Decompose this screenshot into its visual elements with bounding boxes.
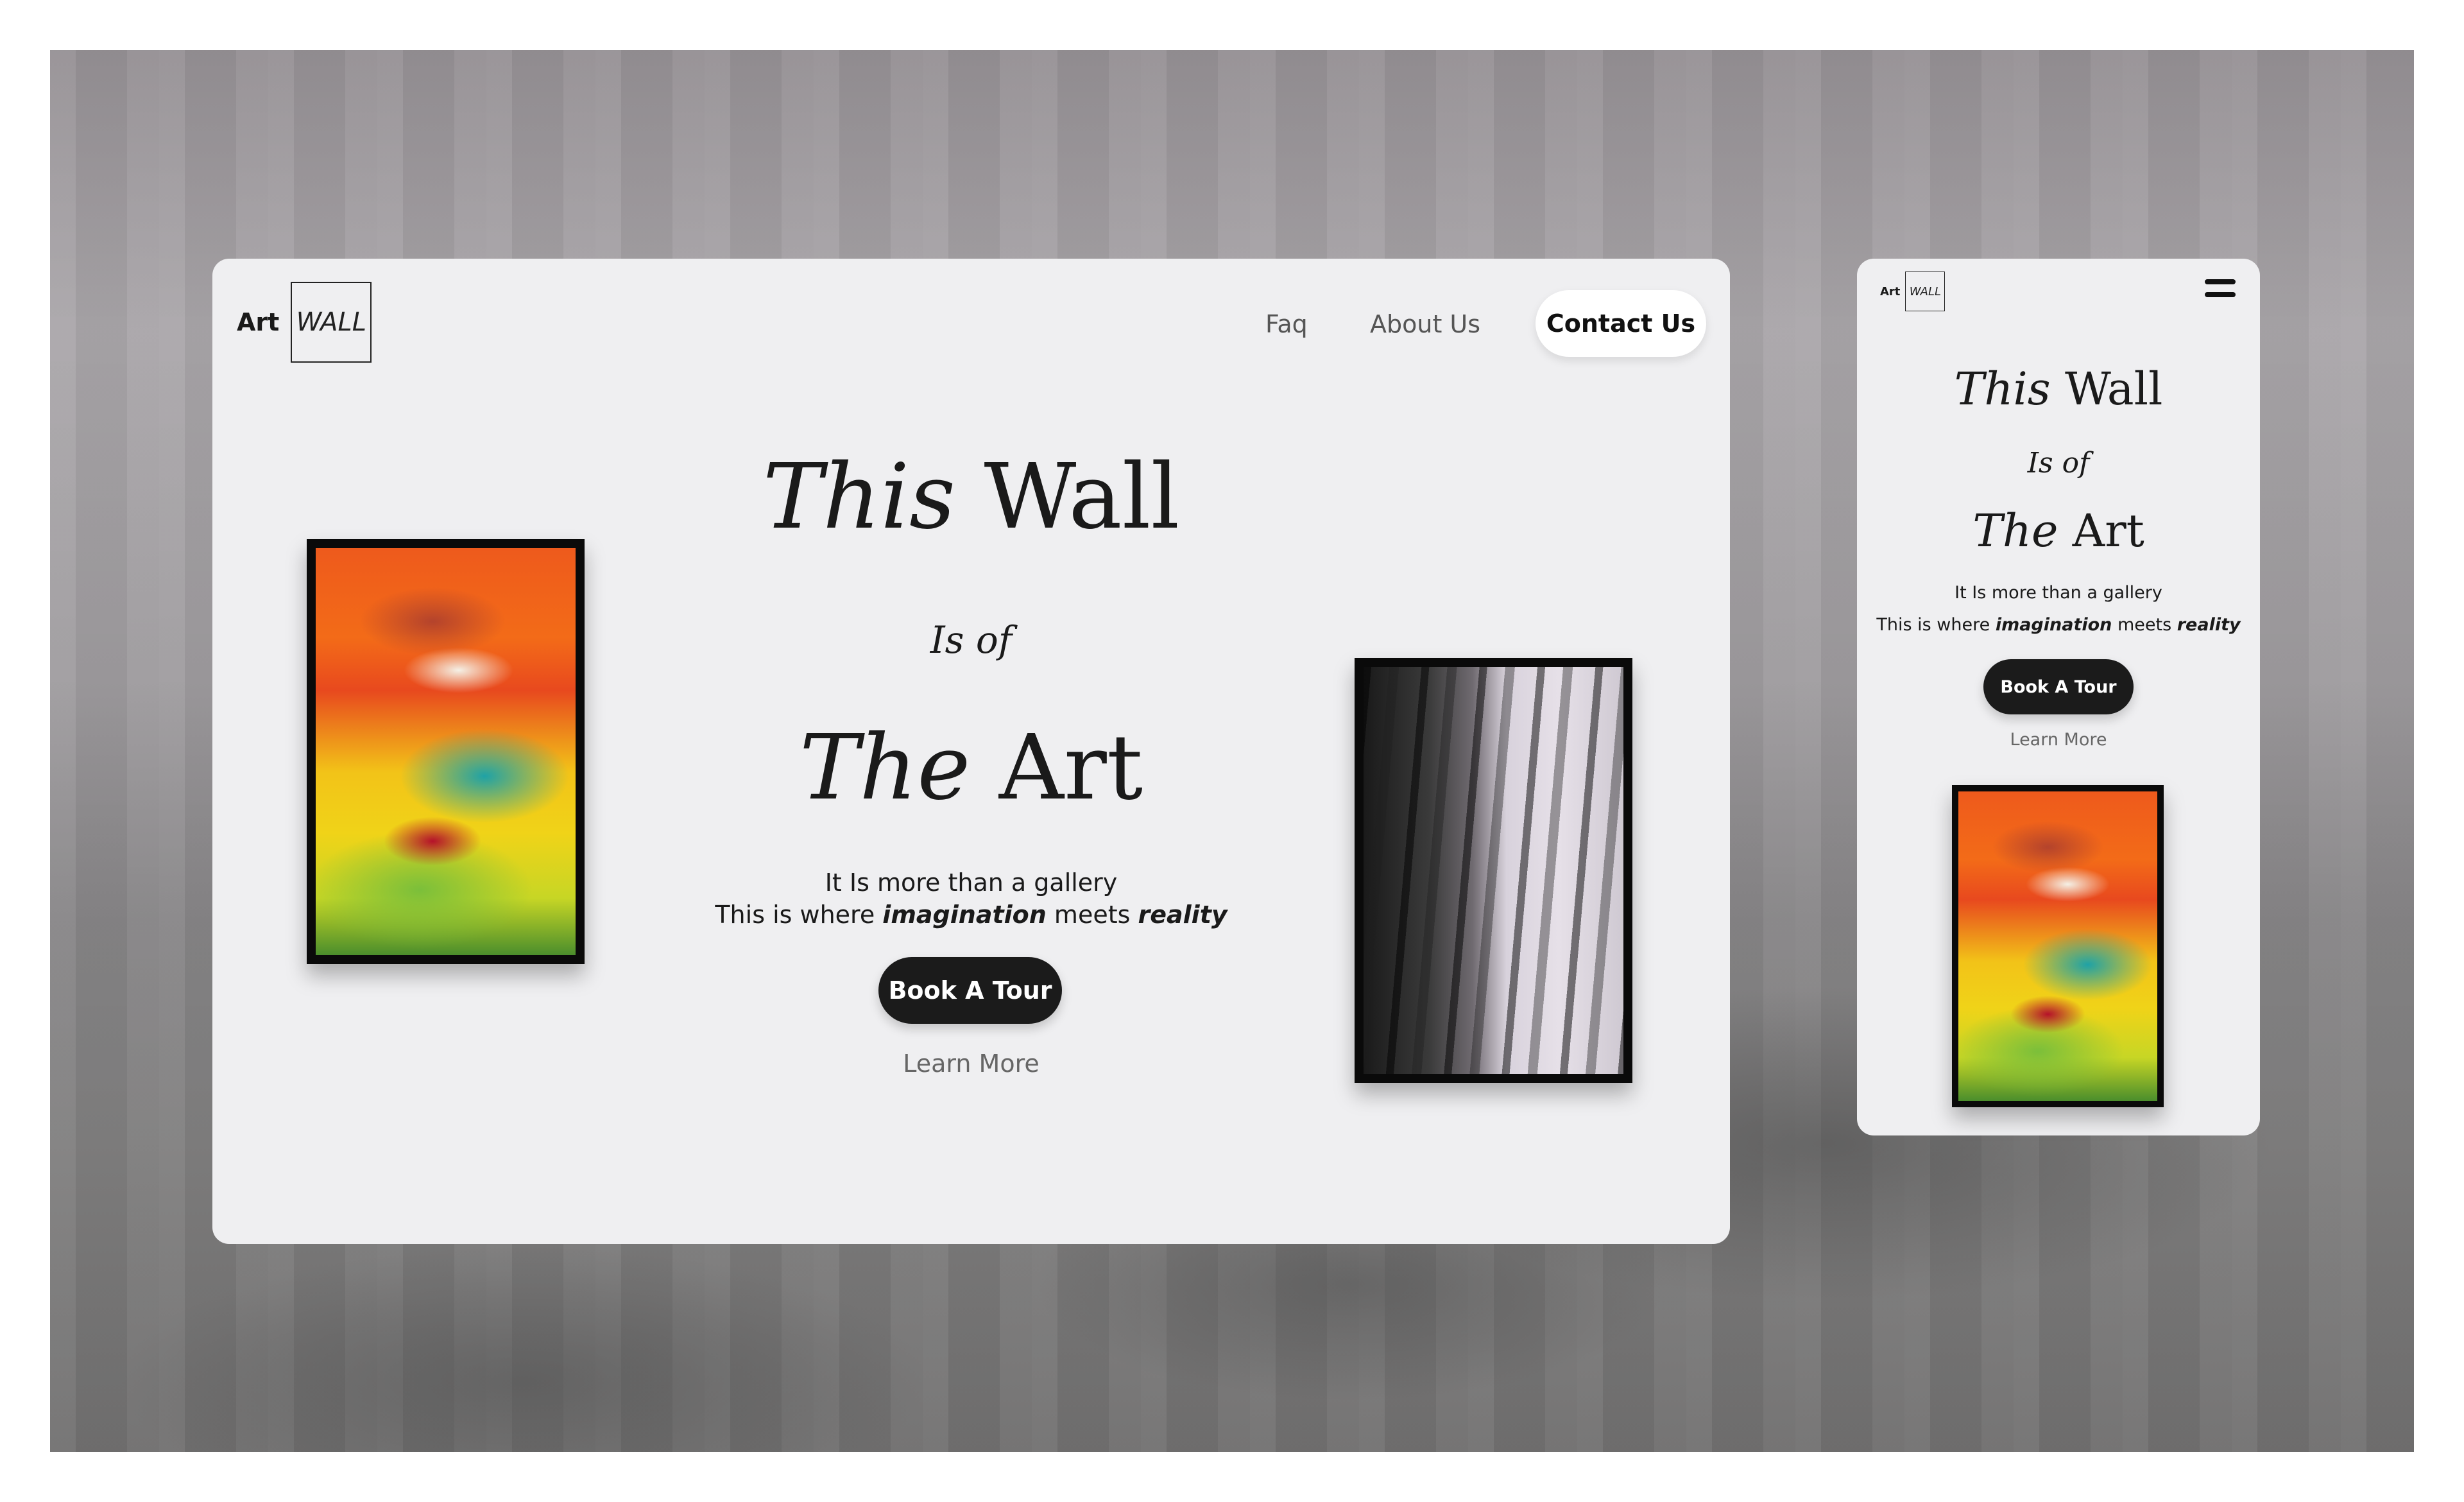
mobile-logo-art-text: Art (1880, 284, 1901, 298)
mobile-subtitle-imagination: imagination (1995, 615, 2112, 635)
hero-title-art: Art (970, 716, 1143, 820)
mobile-hero-subtitle-1: It Is more than a gallery (1955, 583, 2162, 603)
subtitle-reality: reality (1138, 901, 1228, 929)
logo[interactable]: Art WALL (237, 282, 372, 363)
mobile-hero-title-line2: Is of (2027, 447, 2090, 479)
nav-about-link[interactable]: About Us (1370, 310, 1480, 338)
mobile-subtitle-reality: reality (2177, 615, 2241, 635)
mobile-hero-title-wall: Wall (2050, 363, 2163, 415)
hamburger-bar-bottom (2205, 292, 2236, 297)
logo-art-text: Art (237, 308, 280, 336)
logo-wall-box: WALL (291, 282, 372, 363)
mobile-hero-title-this: This (1954, 363, 2051, 415)
mobile-book-a-tour-button[interactable]: Book A Tour (1983, 659, 2134, 714)
painting-monochrome (1364, 667, 1623, 1074)
mobile-hero-title-line3: The Art (1857, 505, 2260, 557)
mobile-hero-title-line1: This Wall (1857, 363, 2260, 415)
mobile-hero-title-the: The (1972, 505, 2058, 557)
mobile-learn-more-link[interactable]: Learn More (1857, 730, 2260, 750)
hero-title-this: This (762, 445, 955, 549)
subtitle-imagination: imagination (882, 901, 1047, 929)
book-a-tour-button[interactable]: Book A Tour (878, 957, 1062, 1024)
mobile-subtitle-text-a: This is where (1876, 615, 1996, 635)
hero-title-the: The (799, 716, 971, 820)
hamburger-menu-icon[interactable] (2205, 277, 2236, 300)
painting-colorful-frame (307, 539, 585, 964)
mobile-preview: Art WALL This Wall Is of The Art It Is m… (1857, 259, 2260, 1135)
contact-us-button[interactable]: Contact Us (1536, 290, 1706, 357)
desktop-preview: Art WALL Faq About Us Contact Us This Wa… (212, 259, 1730, 1244)
mobile-painting-colorful-frame (1952, 785, 2164, 1107)
mobile-logo-wall-box: WALL (1905, 272, 1946, 311)
hero-title-wall: Wall (955, 445, 1180, 549)
mobile-painting-colorful (1958, 791, 2157, 1101)
subtitle-text-a: This is where (715, 901, 883, 929)
hero-title-line1: This Wall (212, 445, 1730, 549)
nav-faq-link[interactable]: Faq (1265, 310, 1308, 338)
mobile-hero-title-art: Art (2058, 505, 2144, 557)
painting-monochrome-frame (1355, 658, 1632, 1083)
painting-colorful (316, 548, 576, 955)
mobile-hero-subtitle-2: This is where imagination meets reality (1857, 615, 2260, 635)
mobile-logo[interactable]: Art WALL (1880, 272, 1946, 311)
hamburger-bar-top (2205, 279, 2236, 284)
subtitle-text-b: meets (1046, 901, 1138, 929)
mobile-subtitle-text-b: meets (2112, 615, 2177, 635)
